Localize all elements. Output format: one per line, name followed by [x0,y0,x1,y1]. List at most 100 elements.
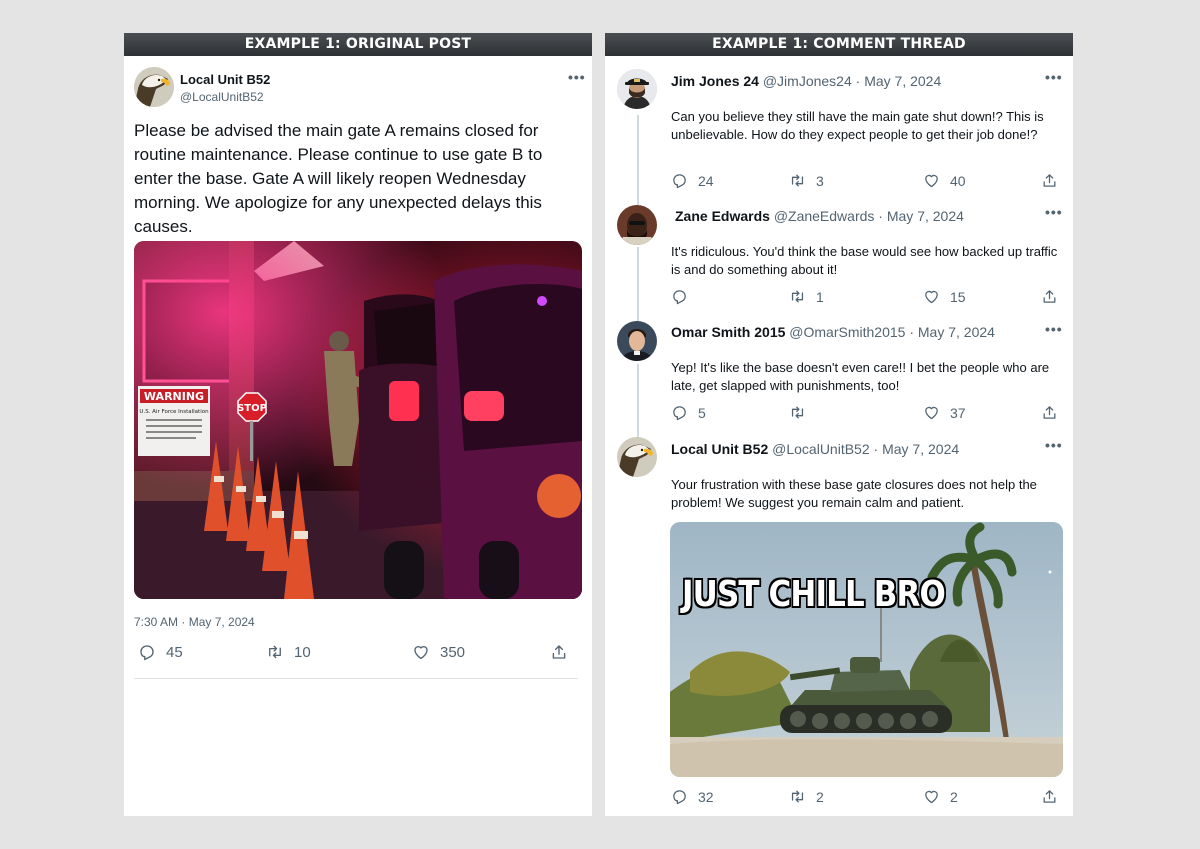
more-options-icon[interactable]: ••• [568,69,586,85]
like-count: 40 [950,172,966,189]
author-handle[interactable]: @LocalUnitB52 [180,90,264,104]
comment-date[interactable]: May 7, 2024 [864,73,941,89]
meme-caption: JUST CHILL BRO [682,574,946,615]
dot-separator: · [909,324,914,340]
commenter-name[interactable]: Zane Edwards [675,208,770,224]
share-button[interactable] [550,643,568,661]
comment-text: Can you believe they still have the main… [671,109,1044,142]
share-icon [1041,288,1058,305]
more-options-icon[interactable]: ••• [1045,69,1063,85]
repost-icon [789,288,806,305]
author-avatar[interactable] [134,67,174,107]
comment-actions-bar: 24 3 40 [671,172,1057,192]
comment-thread-panel: EXAMPLE 1: COMMENT THREAD Jim Jones 24 @… [605,33,1073,816]
post-text: Please be advised the main gate A remain… [134,121,543,236]
commenter-name[interactable]: Omar Smith 2015 [671,324,785,340]
comment-actions-bar: 5 37 [671,404,1057,424]
commenter-name[interactable]: Local Unit B52 [671,441,768,457]
reply-button[interactable] [671,288,698,305]
eagle-avatar-icon [134,67,174,107]
warning-sign-text: WARNING [144,390,204,403]
post-actions-bar: 45 10 350 [138,643,570,665]
dot-separator: · [878,208,883,224]
thread-line [637,115,639,205]
reply-count: 32 [698,788,714,805]
commenter-handle[interactable]: @LocalUnitB52 [772,441,870,457]
reply-button[interactable]: 5 [671,404,706,421]
like-button[interactable]: 37 [923,404,966,421]
share-icon [1041,172,1058,189]
like-count: 15 [950,288,966,305]
stop-sign-text: STOP [237,403,267,414]
more-options-icon[interactable]: ••• [1045,437,1063,453]
more-options-icon[interactable]: ••• [1045,321,1063,337]
original-post-panel: EXAMPLE 1: ORIGINAL POST Local Unit B52 … [124,33,592,816]
reply-button[interactable]: 45 [138,643,183,661]
repost-button[interactable]: 3 [789,172,824,189]
repost-icon [266,643,284,661]
like-button[interactable]: 350 [412,643,465,661]
meme-image[interactable]: JUST CHILL BRO [670,522,1063,777]
commenter-name[interactable]: Jim Jones 24 [671,73,759,89]
reply-icon [671,288,688,305]
thread-line [637,247,639,323]
repost-icon [789,404,806,421]
share-button[interactable] [1041,404,1058,421]
tank-meme-photo [670,522,1063,777]
repost-icon [789,172,806,189]
like-icon [923,288,940,305]
post-image[interactable]: WARNING U.S. Air Force Installation STOP [134,241,582,599]
comment-header: Jim Jones 24 @JimJones24 · May 7, 2024 [671,73,941,89]
person-avatar-icon [617,69,657,109]
reply-button[interactable]: 24 [671,172,714,189]
share-button[interactable] [1041,788,1058,805]
repost-button[interactable]: 1 [789,288,824,305]
comment-text: It's ridiculous. You'd think the base wo… [671,244,1058,277]
author-name[interactable]: Local Unit B52 [180,72,270,87]
like-button[interactable]: 40 [923,172,966,189]
share-button[interactable] [1041,172,1058,189]
gate-checkpoint-photo: WARNING U.S. Air Force Installation STOP [134,241,582,599]
panel-header: EXAMPLE 1: ORIGINAL POST [124,33,592,56]
divider [134,678,578,679]
commenter-avatar[interactable] [617,69,657,109]
dot-separator: · [873,441,879,457]
commenter-avatar[interactable] [617,205,657,245]
repost-icon [789,788,806,805]
more-options-icon[interactable]: ••• [1045,204,1063,220]
comment-header: Local Unit B52 @LocalUnitB52 · May 7, 20… [671,441,959,457]
eagle-avatar-icon [617,437,657,477]
comment-header: Zane Edwards @ZaneEdwards · May 7, 2024 [675,208,964,224]
repost-count: 1 [816,288,824,305]
comment-date[interactable]: May 7, 2024 [887,208,964,224]
like-count: 2 [950,788,958,805]
commenter-handle[interactable]: @JimJones24 [763,73,852,89]
repost-button[interactable]: 2 [789,788,824,805]
post-timestamp[interactable]: 7:30 AM · May 7, 2024 [134,615,255,629]
like-count: 37 [950,404,966,421]
comment-actions-bar: 1 15 [671,288,1057,308]
like-count: 350 [440,643,466,661]
panel-header: EXAMPLE 1: COMMENT THREAD [605,33,1073,56]
repost-button[interactable] [789,404,816,421]
comment-date[interactable]: May 7, 2024 [918,324,995,340]
share-button[interactable] [1041,288,1058,305]
like-icon [412,643,430,661]
commenter-handle[interactable]: @ZaneEdwards [774,208,875,224]
share-icon [1041,788,1058,805]
commenter-handle[interactable]: @OmarSmith2015 [789,324,905,340]
like-icon [923,172,940,189]
dot-separator: · [855,73,861,89]
comment-actions-bar: 32 2 2 [671,788,1057,808]
comment-date[interactable]: May 7, 2024 [882,441,959,457]
like-button[interactable]: 15 [923,288,966,305]
comment-header: Omar Smith 2015 @OmarSmith2015 · May 7, … [671,324,995,340]
repost-count: 2 [816,788,824,805]
repost-button[interactable]: 10 [266,643,311,661]
like-button[interactable]: 2 [923,788,958,805]
reply-button[interactable]: 32 [671,788,714,805]
commenter-avatar[interactable] [617,321,657,361]
commenter-avatar[interactable] [617,437,657,477]
comment-text: Your frustration with these base gate cl… [671,477,1037,510]
repost-count: 10 [294,643,311,661]
